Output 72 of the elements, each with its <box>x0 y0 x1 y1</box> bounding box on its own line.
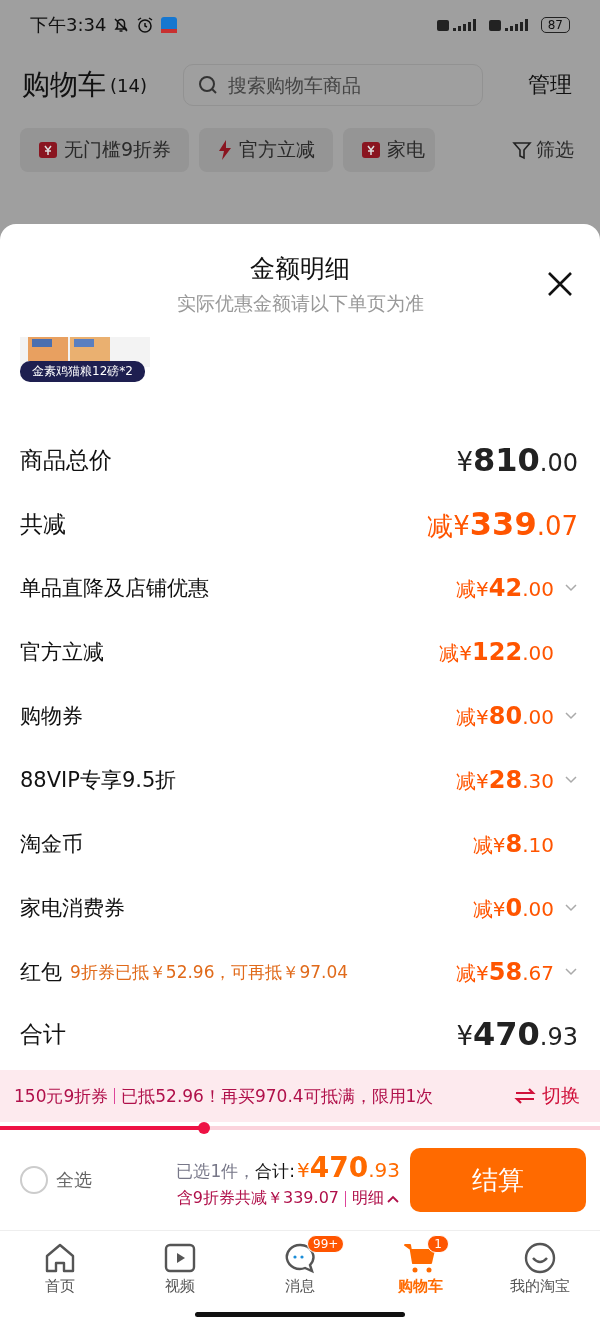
chevron-down-icon[interactable] <box>564 903 578 913</box>
row-label: 商品总价 <box>20 445 112 475</box>
amount: 减¥122.00 <box>439 637 554 667</box>
row-label: 淘金币 <box>20 831 83 858</box>
row-label: 购物券 <box>20 703 83 730</box>
amount: 减¥80.00 <box>456 701 554 731</box>
tab[interactable]: 1 购物车 <box>360 1231 480 1298</box>
row-label: 合计 <box>20 1019 66 1049</box>
cart-icon <box>403 1241 437 1275</box>
swap-icon <box>514 1087 536 1105</box>
alarm-icon <box>136 16 155 34</box>
home-icon <box>43 1241 77 1275</box>
tab[interactable]: 99+ 消息 <box>240 1231 360 1298</box>
checkout-button[interactable]: 结算 <box>410 1148 586 1212</box>
amount: 减¥28.30 <box>456 765 554 795</box>
sheet-title: 金额明细 <box>250 253 350 285</box>
funnel-icon <box>512 140 532 160</box>
badge: 1 <box>427 1235 449 1253</box>
search-field[interactable]: 搜索购物车商品 <box>182 64 483 106</box>
chevron-down-icon[interactable] <box>564 711 578 721</box>
chevron-down-icon[interactable] <box>564 967 578 977</box>
amount: 减¥42.00 <box>456 573 554 603</box>
amount: 减¥8.10 <box>472 829 554 859</box>
chevron-up-icon <box>386 1193 400 1204</box>
coupon-icon <box>38 140 58 160</box>
filter-button[interactable]: 筛选 <box>506 136 580 164</box>
tab[interactable]: 我的淘宝 <box>480 1231 600 1298</box>
tab[interactable]: 首页 <box>0 1231 120 1298</box>
detail-link[interactable]: 明细 <box>352 1188 400 1209</box>
filter-chip[interactable]: 无门槛9折券 <box>20 128 190 172</box>
coupon-message: 已抵52.96！再买970.4可抵满，限用1次 <box>121 1084 434 1108</box>
tab[interactable]: 视频 <box>120 1231 240 1298</box>
amount: ¥470.93 <box>456 1015 578 1053</box>
row-label: 红包 <box>20 959 62 986</box>
select-all-checkbox[interactable] <box>20 1166 48 1194</box>
status-time: 下午3:34 <box>30 13 107 37</box>
filter-chip[interactable]: 官方立减 <box>199 128 334 172</box>
total-amount: ¥470.93 <box>297 1151 400 1184</box>
item-count: (14) <box>110 74 147 96</box>
smiley-icon <box>523 1241 557 1275</box>
amount: 减¥58.67 <box>456 957 554 987</box>
chevron-down-icon[interactable] <box>564 583 578 593</box>
battery-indicator: 87 <box>540 17 570 33</box>
select-all-label: 全选 <box>56 1168 92 1192</box>
product-label: 金素鸡猫粮12磅*2 <box>20 361 145 382</box>
row-label: 88VIP专享9.5折 <box>20 767 177 794</box>
filter-chip[interactable]: 家电 <box>343 128 436 172</box>
row-label: 家电消费券 <box>20 895 125 922</box>
amount: 减¥0.00 <box>472 893 554 923</box>
play-icon <box>163 1241 197 1275</box>
amount: 减¥339.07 <box>427 504 578 544</box>
savings-text: 含9折券共减￥339.07 <box>176 1188 339 1209</box>
row-label: 官方立减 <box>20 639 104 666</box>
row-note: 9折券已抵￥52.96，可再抵￥97.04 <box>70 960 349 984</box>
row-label: 共减 <box>20 509 66 539</box>
total-label: 合计: <box>255 1160 295 1183</box>
sheet-subtitle: 实际优惠金额请以下单页为准 <box>176 291 424 316</box>
coupon-icon <box>361 140 382 160</box>
manage-button[interactable]: 管理 <box>522 69 578 101</box>
close-button[interactable] <box>546 270 574 298</box>
coupon-name: 150元9折券 <box>14 1084 109 1108</box>
selected-count: 已选1件， <box>176 1160 256 1183</box>
switch-button[interactable]: 切换 <box>508 1082 586 1110</box>
page-title: 购物车 <box>22 67 106 103</box>
search-icon <box>196 74 219 96</box>
lightning-icon <box>217 139 234 161</box>
amount: ¥810.00 <box>456 441 578 479</box>
chevron-down-icon[interactable] <box>564 775 578 785</box>
app-icon <box>160 16 179 34</box>
row-label: 单品直降及店铺优惠 <box>20 575 209 602</box>
badge: 99+ <box>307 1235 345 1253</box>
progress-thumb[interactable] <box>198 1122 210 1134</box>
